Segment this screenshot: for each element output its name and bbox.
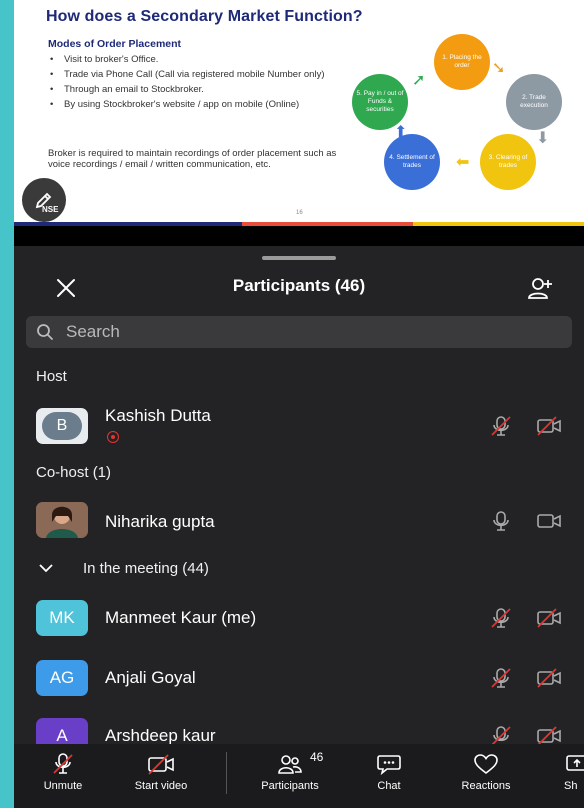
slide-subtitle: Modes of Order Placement bbox=[48, 38, 182, 50]
share-screen-icon bbox=[566, 755, 584, 771]
participants-icon bbox=[278, 755, 302, 774]
cycle-arrow-icon: ⬆ bbox=[394, 124, 408, 141]
slide-bullets: Visit to broker's Office. Trade via Phon… bbox=[48, 54, 358, 114]
add-user-icon[interactable] bbox=[526, 274, 556, 304]
slide-page-number: 16 bbox=[296, 210, 303, 216]
avatar: B bbox=[36, 408, 88, 444]
participant-row[interactable]: A Arshdeep kaur bbox=[14, 708, 584, 744]
cycle-arrow-icon: ⬅ bbox=[456, 154, 470, 171]
heart-icon bbox=[474, 754, 498, 775]
participant-row-cohost[interactable]: Niharika gupta bbox=[14, 494, 584, 550]
cycle-arrow-icon: ➘ bbox=[492, 60, 506, 77]
shared-slide: How does a Secondary Market Function? Mo… bbox=[14, 0, 584, 226]
chat-icon bbox=[377, 755, 401, 776]
video-off-icon[interactable] bbox=[536, 667, 562, 689]
avatar-initial: B bbox=[42, 412, 82, 440]
search-input[interactable] bbox=[66, 316, 546, 348]
participants-count-badge: 46 bbox=[310, 750, 324, 764]
search-bar[interactable] bbox=[26, 316, 572, 348]
participant-name: Kashish Dutta bbox=[105, 406, 211, 425]
unmute-button[interactable]: Unmute bbox=[28, 744, 98, 808]
share-label: Sh bbox=[564, 780, 578, 792]
cycle-step-3: 3. Clearing of trades bbox=[480, 134, 536, 190]
app-frame: How does a Secondary Market Function? Mo… bbox=[14, 0, 584, 808]
participant-row[interactable]: AG Anjali Goyal bbox=[14, 650, 584, 706]
slide-note: Broker is required to maintain recording… bbox=[48, 148, 337, 170]
cycle-step-4: 4. Settlement of trades bbox=[384, 134, 440, 190]
participant-name: Anjali Goyal bbox=[105, 668, 196, 687]
avatar: MK bbox=[36, 600, 88, 636]
avatar bbox=[36, 502, 88, 538]
slide-title: How does a Secondary Market Function? bbox=[46, 8, 363, 25]
section-meeting[interactable]: In the meeting (44) bbox=[83, 560, 209, 577]
cycle-arrow-icon: ⬇ bbox=[536, 130, 550, 147]
slide-bullet: By using Stockbroker's website / app on … bbox=[48, 99, 358, 110]
drag-handle[interactable] bbox=[262, 256, 336, 260]
mic-muted-icon[interactable] bbox=[488, 725, 514, 744]
slide-bullet: Through an email to Stockbroker. bbox=[48, 84, 358, 95]
start-video-button[interactable]: Start video bbox=[116, 744, 206, 808]
chat-label: Chat bbox=[377, 780, 401, 792]
avatar: A bbox=[36, 718, 88, 744]
reactions-label: Reactions bbox=[461, 780, 511, 792]
unmute-label: Unmute bbox=[43, 780, 83, 792]
cycle-step-1: 1. Placing the order bbox=[434, 34, 490, 90]
recording-icon bbox=[107, 431, 119, 443]
video-off-icon[interactable] bbox=[536, 607, 562, 629]
profile-photo-icon bbox=[36, 502, 88, 538]
search-icon bbox=[37, 324, 53, 340]
nse-logo: NSE bbox=[42, 205, 59, 214]
participants-panel: Participants (46) Host B Kashish Dutta bbox=[14, 246, 584, 808]
slide-footer-strip bbox=[14, 222, 584, 226]
participant-name: Manmeet Kaur (me) bbox=[105, 608, 257, 627]
mic-muted-icon[interactable] bbox=[488, 607, 514, 629]
toolbar-divider bbox=[226, 752, 227, 794]
mic-muted-icon[interactable] bbox=[488, 667, 514, 689]
section-cohost: Co-host (1) bbox=[36, 464, 112, 481]
mic-muted-icon[interactable] bbox=[488, 415, 514, 437]
slide-bullet: Visit to broker's Office. bbox=[48, 54, 358, 65]
annotate-button[interactable] bbox=[22, 178, 66, 222]
mic-muted-icon bbox=[53, 753, 73, 774]
avatar: AG bbox=[36, 660, 88, 696]
participant-row[interactable]: MK Manmeet Kaur (me) bbox=[14, 590, 584, 646]
video-off-icon[interactable] bbox=[536, 725, 562, 744]
chat-button[interactable]: Chat bbox=[358, 744, 420, 808]
meeting-toolbar: Unmute Start video Participants 46 Chat … bbox=[14, 744, 584, 808]
share-button[interactable]: Sh bbox=[552, 744, 584, 808]
cycle-step-2: 2. Trade execution bbox=[506, 74, 562, 130]
participant-name: Arshdeep kaur bbox=[105, 726, 216, 744]
slide-bullet: Trade via Phone Call (Call via registere… bbox=[48, 69, 358, 80]
video-off-icon[interactable] bbox=[536, 415, 562, 437]
section-host: Host bbox=[36, 368, 67, 385]
mic-icon[interactable] bbox=[488, 510, 514, 532]
video-off-icon bbox=[148, 754, 174, 775]
cycle-arrow-icon: ➚ bbox=[412, 72, 426, 89]
participants-label: Participants bbox=[261, 780, 319, 792]
panel-title: Participants (46) bbox=[232, 276, 366, 295]
video-icon[interactable] bbox=[536, 510, 562, 532]
participant-row-host[interactable]: B Kashish Dutta bbox=[14, 398, 584, 454]
chevron-down-icon[interactable] bbox=[38, 562, 54, 574]
start-video-label: Start video bbox=[134, 780, 188, 792]
participant-name: Niharika gupta bbox=[105, 512, 215, 531]
reactions-button[interactable]: Reactions bbox=[446, 744, 526, 808]
